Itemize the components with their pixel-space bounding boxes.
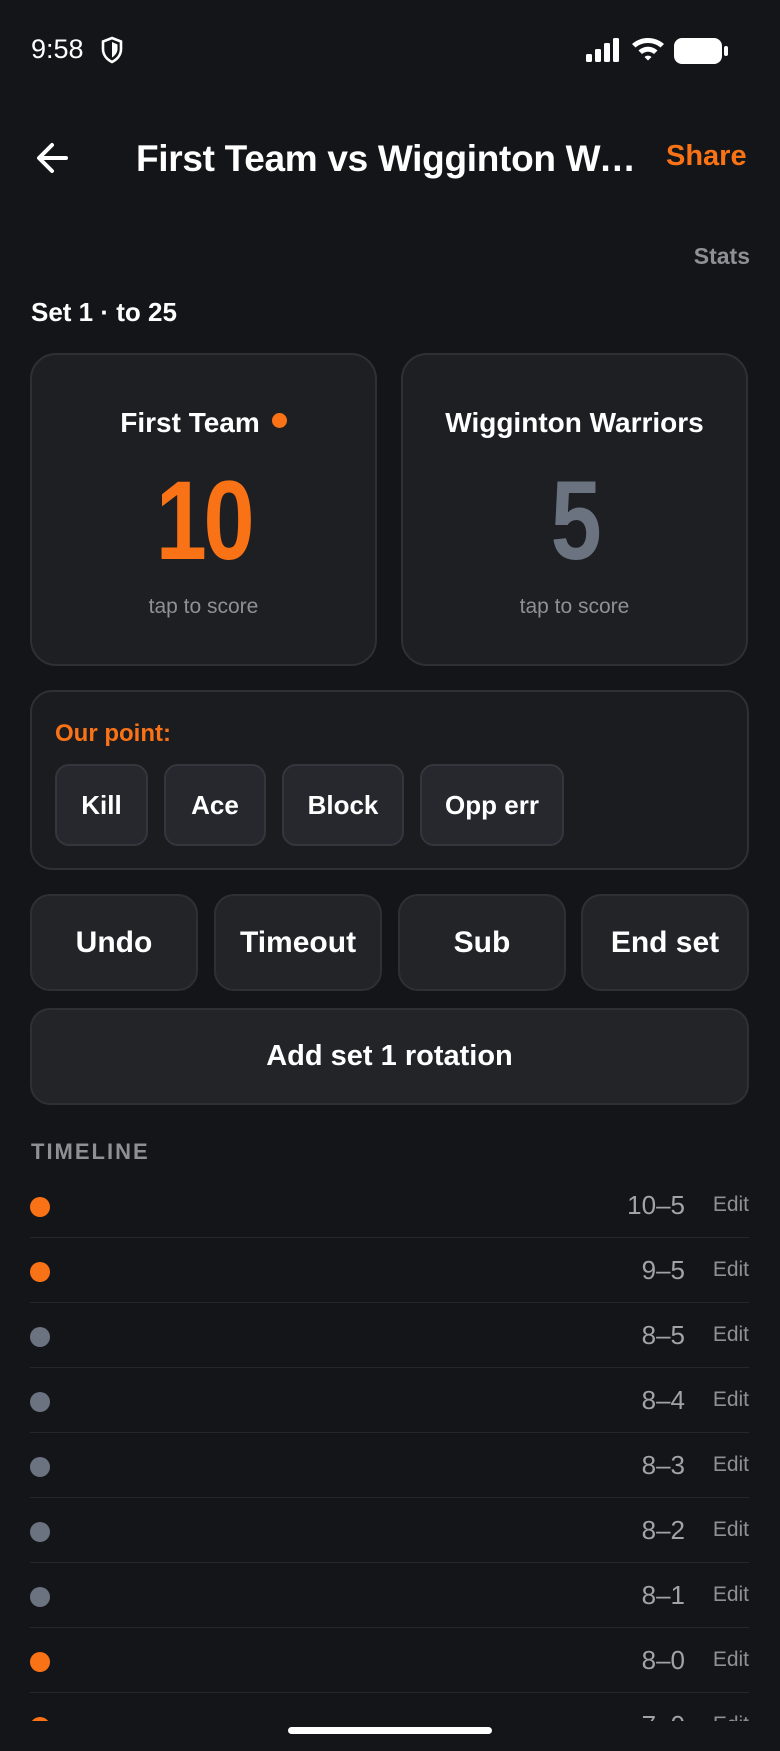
shield-icon: [101, 36, 123, 64]
away-tap-hint: tap to score: [519, 595, 630, 618]
timeline-row: 8–3 Edit: [30, 1433, 749, 1498]
timeline-edit-button[interactable]: Edit: [713, 1388, 749, 1412]
home-point-dot-icon: [30, 1652, 50, 1672]
timeline-edit-button[interactable]: Edit: [713, 1518, 749, 1542]
our-point-label: Our point:: [55, 720, 171, 747]
timeline-edit-button[interactable]: Edit: [713, 1193, 749, 1217]
timeline-score: 8–0: [641, 1645, 685, 1675]
undo-button[interactable]: Undo: [30, 894, 198, 991]
away-point-dot-icon: [30, 1327, 50, 1347]
timeline-score: 7–0: [642, 1710, 685, 1721]
block-button[interactable]: Block: [282, 764, 404, 846]
home-team-label: First Team: [120, 407, 260, 438]
timeline-score: 8–4: [641, 1385, 685, 1415]
timeline-row: 8–5 Edit: [30, 1303, 749, 1368]
back-arrow-icon[interactable]: [30, 136, 78, 180]
end-set-button[interactable]: End set: [581, 894, 749, 991]
set-label: Set 1 · to 25: [31, 297, 177, 327]
timeline-row: 7–0 Edit: [30, 1693, 749, 1721]
our-point-panel: Our point: Kill Ace Block Opp err: [30, 690, 749, 870]
timeout-button[interactable]: Timeout: [214, 894, 382, 991]
timeline-header: TIMELINE: [31, 1139, 150, 1164]
home-score-card[interactable]: First Team 10 tap to score: [30, 353, 377, 666]
status-bar: 9:58: [0, 0, 780, 100]
timeline-list: 10–5 Edit 9–5 Edit 8–5 Edit 8–4 Edit 8–3 Edit 8–2 E…: [30, 1173, 749, 1721]
home-point-dot-icon: [30, 1717, 50, 1721]
home-tap-hint: tap to score: [148, 595, 259, 618]
timeline-row: 8–1 Edit: [30, 1563, 749, 1628]
timeline-score: 8–3: [641, 1450, 685, 1480]
timeline-row: 8–2 Edit: [30, 1498, 749, 1563]
battery-icon: [674, 38, 728, 64]
timeline-score: 8–1: [641, 1580, 685, 1610]
share-button[interactable]: Share: [666, 140, 747, 173]
timeline-edit-button[interactable]: Edit: [713, 1648, 749, 1672]
serving-indicator-icon: [271, 413, 287, 428]
away-team-name: Wigginton Warriors: [445, 407, 704, 438]
away-point-dot-icon: [30, 1522, 50, 1542]
timeline-row: 8–0 Edit: [30, 1628, 749, 1693]
home-indicator[interactable]: [288, 1727, 492, 1734]
timeline-edit-button[interactable]: Edit: [713, 1453, 749, 1477]
sub-button[interactable]: Sub: [398, 894, 566, 991]
away-score: 5: [550, 458, 602, 583]
timeline-edit-button[interactable]: Edit: [713, 1713, 749, 1721]
home-score: 10: [155, 458, 255, 583]
signal-icon: [586, 38, 619, 62]
add-rotation-button[interactable]: Add set 1 rotation: [30, 1008, 749, 1105]
timeline-row: 9–5 Edit: [30, 1238, 749, 1303]
timeline-row: 10–5 Edit: [30, 1173, 749, 1238]
home-point-dot-icon: [30, 1262, 50, 1282]
home-point-dot-icon: [30, 1197, 50, 1217]
away-point-dot-icon: [30, 1587, 50, 1607]
timeline-edit-button[interactable]: Edit: [713, 1258, 749, 1282]
ace-button[interactable]: Ace: [164, 764, 266, 846]
away-point-dot-icon: [30, 1457, 50, 1477]
nav-bar: First Team vs Wigginton Wa... Share: [0, 120, 780, 200]
timeline-score: 8–2: [641, 1515, 685, 1545]
page-title: First Team vs Wigginton Wa...: [136, 138, 646, 179]
kill-button[interactable]: Kill: [55, 764, 148, 846]
wifi-icon: [632, 38, 664, 61]
stats-link[interactable]: Stats: [694, 243, 750, 270]
away-point-dot-icon: [30, 1392, 50, 1412]
opp-err-button[interactable]: Opp err: [420, 764, 564, 846]
timeline-score: 9–5: [641, 1255, 685, 1285]
timeline-edit-button[interactable]: Edit: [713, 1583, 749, 1607]
timeline-score: 8–5: [641, 1320, 685, 1350]
status-time: 9:58: [31, 34, 84, 64]
away-score-card[interactable]: Wigginton Warriors 5 tap to score: [401, 353, 748, 666]
timeline-edit-button[interactable]: Edit: [713, 1323, 749, 1347]
home-team-name: First Team: [32, 407, 375, 439]
timeline-row: 8–4 Edit: [30, 1368, 749, 1433]
timeline-score: 10–5: [627, 1190, 685, 1220]
